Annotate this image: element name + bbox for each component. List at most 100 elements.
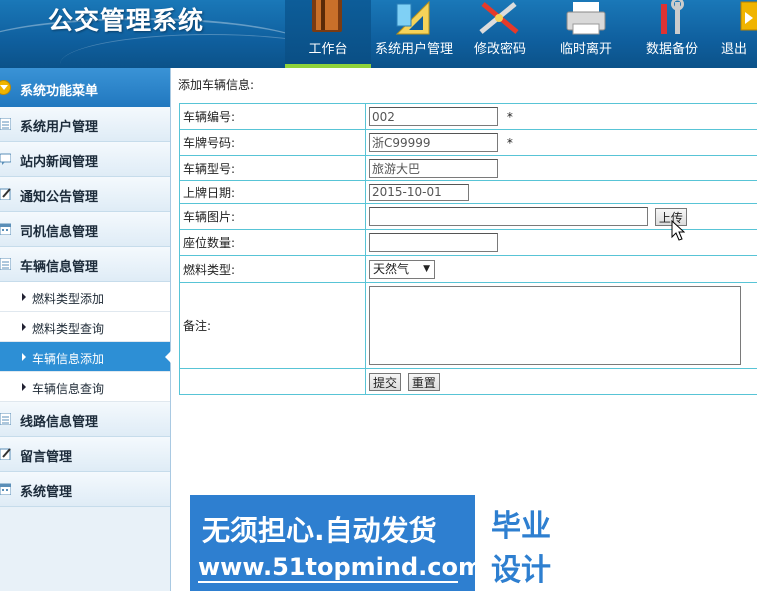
ruler-icon — [395, 0, 430, 35]
nav-label: 数据备份 — [645, 42, 698, 57]
form-row-vehicle-no: 车辆编号: * — [179, 103, 757, 130]
sidebar-item-label: 车辆信息管理 — [20, 260, 99, 275]
reset-button[interactable]: 重置 — [407, 372, 440, 391]
submit-button[interactable]: 提交 — [369, 372, 402, 391]
vehicle-no-input[interactable] — [369, 107, 498, 126]
edit-icon — [0, 188, 11, 200]
sidebar-item-label: 系统用户管理 — [20, 120, 99, 135]
sidebar-header-label: 系统功能菜单 — [20, 84, 99, 99]
nav-label: 工作台 — [308, 42, 348, 57]
field-cell — [365, 229, 757, 256]
ad-left-panel: 无须担心.自动发货 www.51topmind.com — [190, 495, 483, 591]
field-cell — [365, 155, 757, 181]
ad-url: www.51topmind.com — [198, 553, 483, 581]
sidebar-item-vehicles[interactable]: 车辆信息管理 — [0, 247, 170, 282]
nav-exit[interactable]: 退出 — [715, 0, 757, 68]
field-label: 车辆图片: — [179, 203, 366, 230]
sidebar-item-drivers[interactable]: 司机信息管理 — [0, 212, 170, 247]
nav-label: 临时离开 — [559, 42, 612, 57]
ad-banner[interactable]: 无须担心.自动发货 www.51topmind.com 毕业 设计 — [190, 495, 567, 591]
caret-right-icon — [22, 323, 26, 331]
notes-textarea[interactable] — [369, 286, 741, 365]
ad-underline — [198, 581, 458, 583]
sidebar-subitem-fuel-type-query[interactable]: 燃料类型查询 — [0, 312, 170, 342]
field-cell: * — [365, 103, 757, 130]
calendar-icon — [0, 223, 11, 235]
top-header: 公交管理系统 工作台 系统用户管理 修改密码 临时离开 数据备份 退出 — [0, 0, 757, 68]
form-row-model: 车辆型号: — [179, 155, 757, 181]
field-cell: 上传 — [365, 203, 757, 230]
form-row-fuel: 燃料类型: 天然气 ▼ — [179, 255, 757, 283]
chat-icon — [0, 153, 11, 165]
sidebar-subitem-label: 车辆信息添加 — [32, 352, 105, 366]
ad-right-top: 毕业 — [491, 509, 551, 544]
caret-right-icon — [22, 293, 26, 301]
exit-icon — [740, 1, 757, 31]
chevron-down-icon: ▼ — [423, 263, 430, 274]
field-label: 备注: — [179, 282, 366, 369]
form-row-plate-date: 上牌日期: — [179, 180, 757, 204]
calendar-icon — [0, 483, 11, 495]
tools-icon — [479, 2, 519, 34]
system-title: 公交管理系统 — [48, 6, 205, 35]
sidebar-item-site-news[interactable]: 站内新闻管理 — [0, 142, 170, 177]
field-label: 车辆编号: — [179, 103, 366, 130]
field-label: 车牌号码: — [179, 129, 366, 156]
field-label: 座位数量: — [179, 229, 366, 256]
ad-slogan: 无须担心.自动发货 — [202, 514, 437, 547]
nav-change-password[interactable]: 修改密码 — [457, 0, 543, 68]
page-title: 添加车辆信息: — [178, 78, 255, 92]
sidebar: 系统功能菜单 系统用户管理 站内新闻管理 通知公告管理 司机信息管理 车辆信息管… — [0, 68, 171, 591]
printer-icon — [566, 2, 606, 35]
chevron-down-icon — [0, 80, 11, 95]
field-cell — [365, 282, 757, 369]
form-row-plate-no: 车牌号码: * — [179, 129, 757, 156]
form-row-actions: 提交 重置 — [179, 368, 757, 395]
vehicle-form-table: 车辆编号: * 车牌号码: * 车辆型号: 上牌日期: — [179, 103, 757, 395]
field-label: 上牌日期: — [179, 180, 366, 204]
nav-label: 系统用户管理 — [374, 42, 453, 57]
sidebar-subitem-fuel-type-add[interactable]: 燃料类型添加 — [0, 282, 170, 312]
sidebar-item-notices[interactable]: 通知公告管理 — [0, 177, 170, 212]
sidebar-item-label: 站内新闻管理 — [20, 155, 99, 170]
sidebar-item-label: 留言管理 — [20, 450, 73, 465]
sidebar-item-messages[interactable]: 留言管理 — [0, 437, 170, 472]
fuel-type-value: 天然气 — [373, 261, 410, 276]
ad-right-bottom: 设计 — [491, 553, 551, 588]
ad-right-panel: 毕业 设计 — [475, 495, 567, 591]
sidebar-item-label: 通知公告管理 — [20, 190, 99, 205]
caret-right-icon — [22, 353, 26, 361]
book-icon — [312, 0, 342, 32]
nav-system-users[interactable]: 系统用户管理 — [371, 0, 457, 68]
sidebar-item-label: 线路信息管理 — [20, 415, 99, 430]
empty-cell — [179, 368, 366, 395]
sidebar-item-system-users[interactable]: 系统用户管理 — [0, 107, 170, 142]
plate-date-input[interactable] — [369, 183, 469, 201]
photo-path-input[interactable] — [369, 207, 648, 226]
field-label: 车辆型号: — [179, 155, 366, 181]
required-mark: * — [506, 135, 513, 150]
nav-data-backup[interactable]: 数据备份 — [629, 0, 715, 68]
nav-label: 退出 — [721, 42, 748, 57]
plate-no-input[interactable] — [369, 133, 498, 152]
required-mark: * — [506, 109, 513, 124]
sidebar-item-routes[interactable]: 线路信息管理 — [0, 402, 170, 437]
list-icon — [0, 258, 11, 270]
nav-label: 修改密码 — [473, 42, 526, 57]
nav-leave-temporarily[interactable]: 临时离开 — [543, 0, 629, 68]
nav-workbench[interactable]: 工作台 — [285, 0, 371, 68]
actions-cell: 提交 重置 — [365, 368, 757, 395]
sidebar-subitem-label: 燃料类型添加 — [32, 292, 105, 306]
seats-input[interactable] — [369, 233, 498, 252]
edit-icon — [0, 448, 11, 460]
sidebar-subitem-label: 燃料类型查询 — [32, 322, 105, 336]
fuel-type-select[interactable]: 天然气 ▼ — [369, 259, 435, 279]
sidebar-subitem-label: 车辆信息查询 — [32, 382, 105, 396]
caret-right-icon — [22, 383, 26, 391]
sidebar-subitem-vehicle-add[interactable]: 车辆信息添加 — [0, 342, 171, 372]
sidebar-item-label: 系统管理 — [20, 485, 73, 500]
sidebar-subitem-vehicle-query[interactable]: 车辆信息查询 — [0, 372, 170, 402]
sidebar-menu-header[interactable]: 系统功能菜单 — [0, 68, 170, 107]
sidebar-item-system[interactable]: 系统管理 — [0, 472, 170, 507]
model-input[interactable] — [369, 158, 498, 178]
